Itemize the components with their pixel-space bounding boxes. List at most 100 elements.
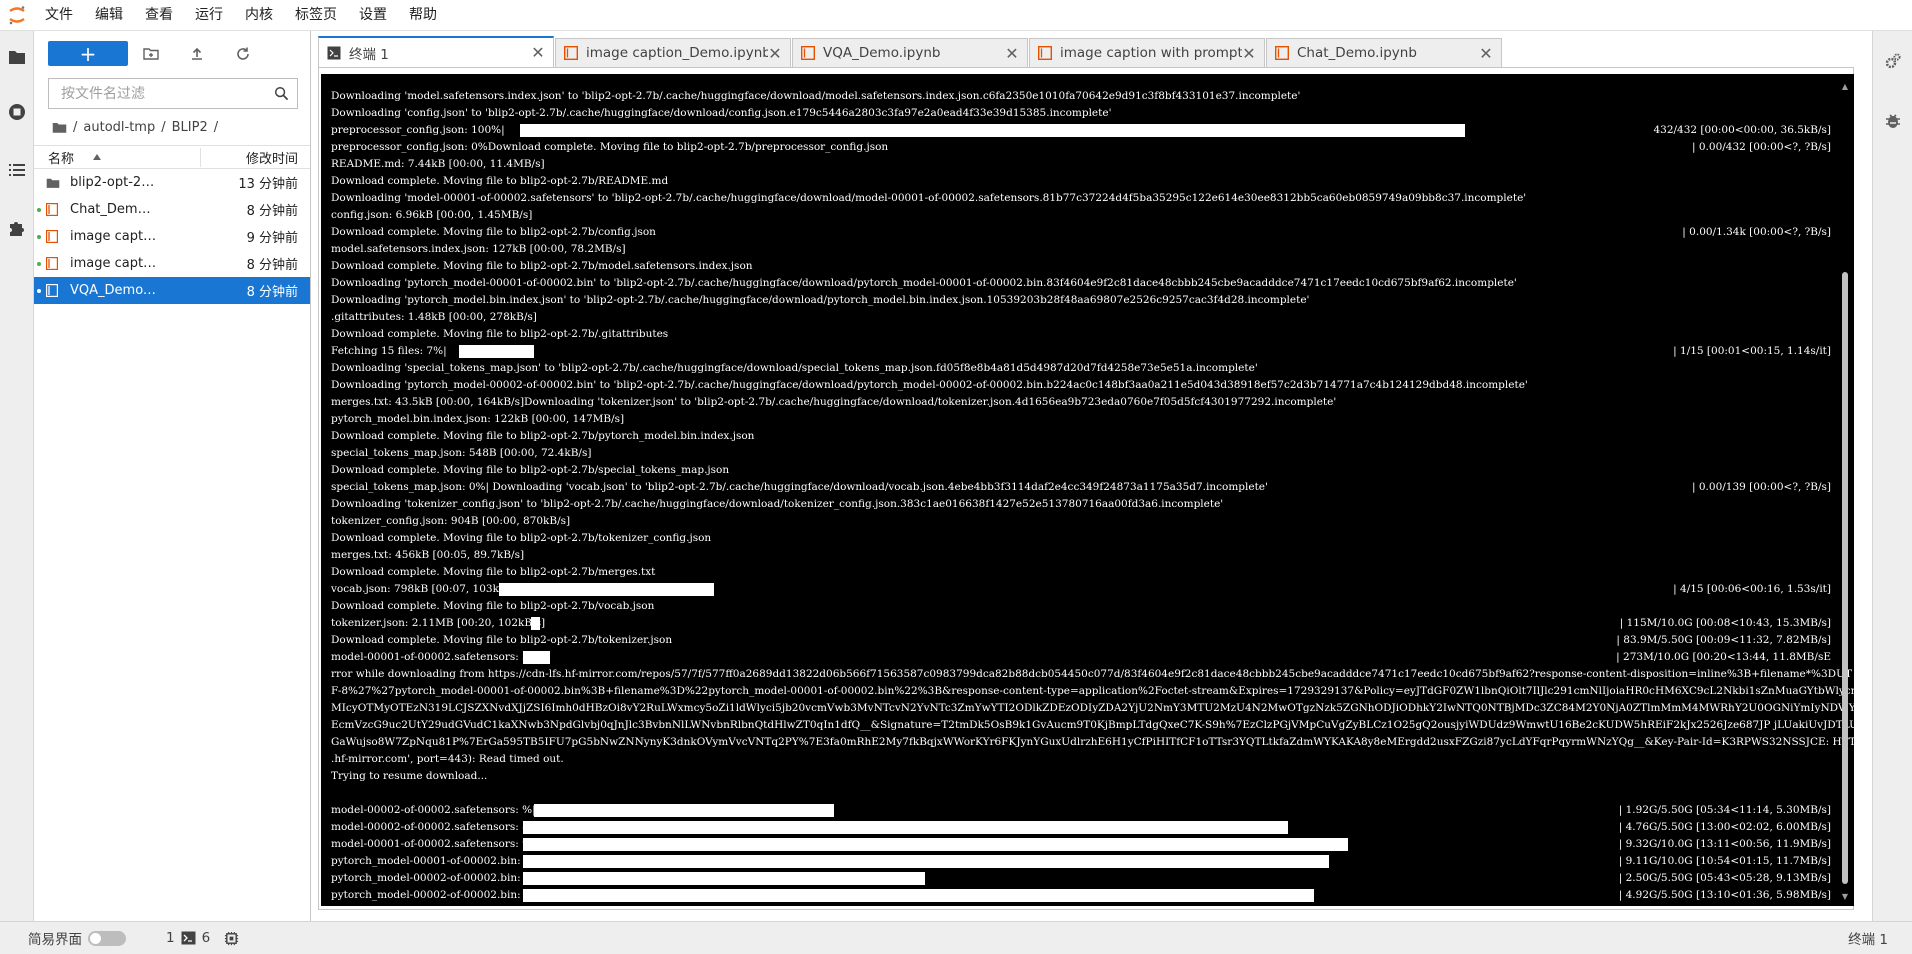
bug-icon — [1886, 114, 1900, 128]
menu-item[interactable]: 查看 — [134, 0, 184, 31]
file-row[interactable]: blip2-opt-2.7b 13 分钟前 — [34, 169, 310, 196]
tab-label: image caption with prompt_Demo.ipynb — [1060, 45, 1242, 61]
file-modified-time: 13 分钟前 — [238, 177, 298, 192]
terminal-line-text: Downloading 'model-00001-of-00002.safete… — [331, 192, 1527, 204]
terminal-line: Download complete. Moving file to blip2-… — [331, 258, 1831, 275]
terminal-screen[interactable]: Downloading 'model.safetensors.index.jso… — [321, 74, 1854, 906]
terminal-line: README.md: 7.44kB [00:00, 11.4MB/s] — [331, 156, 1831, 173]
terminal-line-text: Fetching 15 files: 7%| — [331, 345, 447, 357]
progress-stats: | 0.00/432 [00:00<?, ?B/s] — [1692, 141, 1831, 153]
running-indicator — [34, 277, 44, 304]
close-icon[interactable]: ✕ — [1479, 44, 1493, 63]
close-icon[interactable]: ✕ — [1005, 44, 1019, 63]
breadcrumb-blip2[interactable]: BLIP2 — [172, 120, 208, 135]
progress-stats: | 83.9M/5.50G [00:09<11:32, 7.82MB/s] — [1616, 634, 1831, 646]
breadcrumb-autodl-tmp[interactable]: autodl-tmp — [83, 120, 155, 135]
close-icon[interactable]: ✕ — [531, 43, 545, 62]
tab-terminal[interactable]: 终端 1 ✕ — [318, 36, 554, 67]
upload-button[interactable] — [174, 41, 220, 66]
terminal-line-text: preprocessor_config.json: 100%| — [331, 124, 505, 136]
new-folder-button[interactable] — [128, 41, 174, 66]
name-column-header[interactable]: 名称 — [34, 148, 200, 167]
scroll-up-arrow-icon[interactable]: ▲ — [1840, 82, 1850, 92]
new-launcher-button[interactable]: + — [48, 41, 128, 66]
folder-icon — [46, 178, 60, 188]
tab-notebook[interactable]: VQA_Demo.ipynb ✕ — [792, 38, 1028, 67]
tab-notebook[interactable]: image caption with prompt_Demo.ipynb✕ — [1029, 38, 1265, 67]
terminal-line: Downloading 'model.safetensors.index.jso… — [331, 88, 1831, 105]
terminal-line-text: merges.txt: 456kB [00:05, 89.7kB/s] — [331, 549, 525, 561]
terminal-line-text: Download complete. Moving file to blip2-… — [331, 600, 655, 612]
file-name: VQA_Demo.ipynb — [70, 283, 158, 298]
running-sessions-tab[interactable] — [0, 83, 34, 141]
tab-notebook[interactable]: Chat_Demo.ipynb ✕ — [1266, 38, 1502, 67]
terminal-line: pytorch_model-00001-of-00002.bin: 91%| | … — [331, 853, 1831, 870]
terminal-line: EcmVzcG9uc2UtY29udGVudC1kaXNwb3NpdGlvbj0… — [331, 717, 1854, 734]
file-list: blip2-opt-2.7b 13 分钟前 Chat_Demo.ipynb 8 … — [34, 169, 310, 304]
jupyterlab-app: 文件 编辑 查看 运行 内核 标签页 设置 帮助 + 按文件名过滤 / auto… — [0, 0, 1912, 954]
close-icon[interactable]: ✕ — [1242, 44, 1256, 63]
folder-icon — [9, 51, 25, 64]
chip-icon — [225, 931, 239, 945]
menu-item[interactable]: 帮助 — [398, 0, 448, 31]
terminal-line: config.json: 6.96kB [00:00, 1.45MB/s] — [331, 207, 1831, 224]
terminal-line-text: Downloading 'special_tokens_map.json' to… — [331, 362, 1258, 374]
notebook-icon — [46, 230, 58, 243]
menu-bar: 文件 编辑 查看 运行 内核 标签页 设置 帮助 — [0, 0, 1912, 31]
filter-input[interactable] — [61, 85, 261, 102]
tab-notebook[interactable]: image caption_Demo.ipynb ✕ — [555, 38, 791, 67]
terminal-line: Downloading 'pytorch_model-00002-of-0000… — [331, 377, 1831, 394]
menu-item[interactable]: 标签页 — [284, 0, 348, 31]
breadcrumb-root[interactable]: / — [73, 120, 77, 135]
terminal-line: merges.txt: 43.5kB [00:00, 164kB/s]Downl… — [331, 394, 1831, 411]
left-activity-bar — [0, 31, 34, 921]
terminal-line: Trying to resume download... — [331, 768, 1831, 785]
scroll-down-arrow-icon[interactable]: ▼ — [1840, 892, 1850, 902]
menu-item[interactable]: 设置 — [348, 0, 398, 31]
simple-mode: 简易界面 — [28, 928, 126, 948]
file-browser-tab[interactable] — [0, 31, 34, 83]
modified-column-header[interactable]: 修改时间 — [200, 147, 310, 167]
simple-mode-toggle[interactable] — [88, 930, 126, 946]
file-row[interactable]: Chat_Demo.ipynb 8 分钟前 — [34, 196, 310, 223]
scrollbar-thumb[interactable] — [1842, 272, 1848, 884]
file-name: image caption_Demo.ipynb — [70, 256, 158, 271]
menu-item[interactable]: 文件 — [34, 0, 84, 31]
terminal-output: Downloading 'model.safetensors.index.jso… — [331, 88, 1854, 904]
terminal-line: Download complete. Moving file to blip2-… — [331, 326, 1831, 343]
upload-icon — [192, 47, 202, 60]
file-row[interactable]: image caption with prompt_Demo.ipynb 9 分… — [34, 223, 310, 250]
menu-item[interactable]: 内核 — [234, 0, 284, 31]
terminal-line-text: Download complete. Moving file to blip2-… — [331, 532, 712, 544]
close-icon[interactable]: ✕ — [768, 44, 782, 63]
menu-item[interactable]: 编辑 — [84, 0, 134, 31]
terminal-line: merges.txt: 456kB [00:05, 89.7kB/s] — [331, 547, 1831, 564]
progress-bar — [523, 821, 1288, 834]
property-inspector-tab[interactable] — [1873, 31, 1912, 91]
notebook-icon — [1275, 46, 1289, 60]
file-row[interactable]: image caption_Demo.ipynb 8 分钟前 — [34, 250, 310, 277]
kernel-status[interactable] — [224, 931, 239, 946]
notebook-icon-wrap — [46, 230, 60, 244]
file-name: image caption with prompt_Demo.ipynb — [70, 229, 158, 244]
list-icon — [9, 164, 25, 176]
progress-stats: | 1.92G/5.50G [05:34<11:14, 5.30MB/s] — [1618, 804, 1831, 816]
tab-label: Chat_Demo.ipynb — [1297, 45, 1417, 61]
debugger-tab[interactable] — [1873, 91, 1912, 151]
file-row[interactable]: VQA_Demo.ipynb 8 分钟前 — [34, 277, 310, 304]
file-name: blip2-opt-2.7b — [70, 175, 158, 190]
command-palette-tab[interactable] — [0, 141, 34, 199]
menu-item[interactable]: 运行 — [184, 0, 234, 31]
terminal-line: model.safetensors.index.json: 127kB [00:… — [331, 241, 1831, 258]
terminal-line: Downloading 'tokenizer_config.json' to '… — [331, 496, 1831, 513]
tab-label: image caption_Demo.ipynb — [586, 45, 768, 61]
progress-stats: | 1/15 [00:01<00:15, 1.14s/it] — [1673, 345, 1831, 357]
extension-manager-tab[interactable] — [0, 199, 34, 257]
terminal-scrollbar[interactable]: ▲ ▼ — [1840, 82, 1850, 902]
kernel-count[interactable]: 1 6 — [166, 930, 210, 946]
progress-bar — [458, 345, 534, 358]
refresh-button[interactable] — [220, 41, 266, 66]
folder-icon — [52, 122, 67, 133]
folder-icon-wrap — [46, 176, 60, 190]
terminal-line-text: Trying to resume download... — [331, 770, 488, 782]
